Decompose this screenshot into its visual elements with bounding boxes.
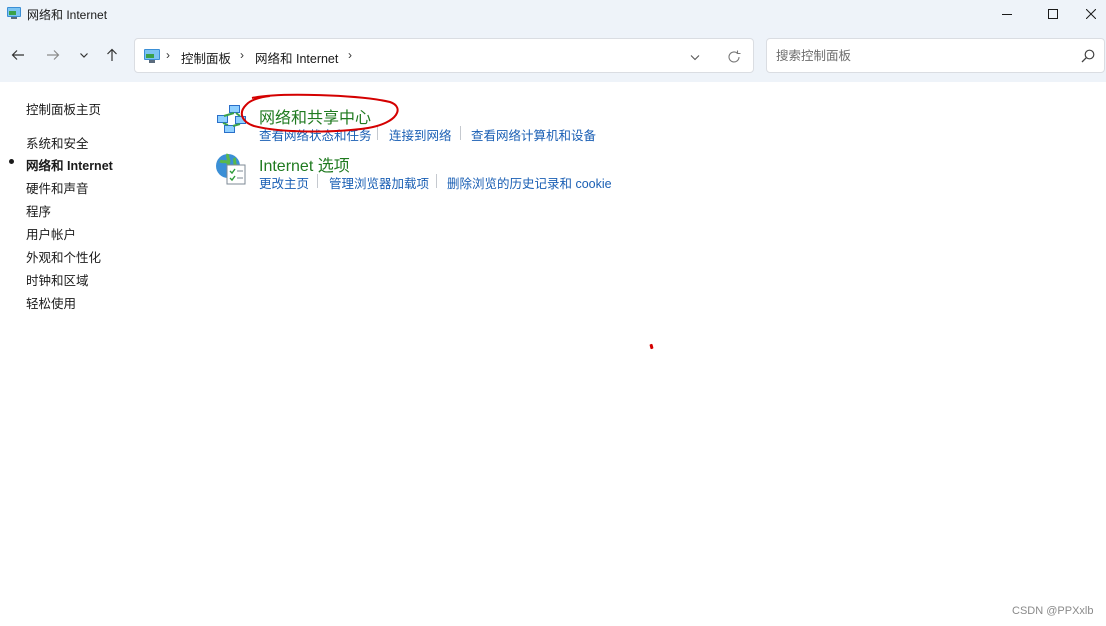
arrow-up-icon [107, 48, 117, 61]
red-mark [649, 343, 654, 350]
forward-button[interactable] [41, 44, 65, 66]
maximize-icon [1048, 9, 1058, 19]
link-view-network-computers[interactable]: 查看网络计算机和设备 [471, 125, 596, 144]
up-button[interactable] [100, 44, 124, 66]
sidebar-item-programs[interactable]: 程序 [26, 201, 51, 220]
back-button[interactable] [6, 44, 30, 66]
control-panel-icon [144, 49, 160, 63]
close-icon [1086, 9, 1096, 19]
search-box[interactable] [766, 38, 1105, 73]
breadcrumb-network-internet[interactable]: 网络和 Internet [255, 48, 338, 67]
breadcrumb-separator: › [240, 48, 244, 62]
sidebar-item-system-security[interactable]: 系统和安全 [26, 133, 89, 152]
window-title: 网络和 Internet [27, 8, 108, 22]
sidebar-item-network-internet[interactable]: 网络和 Internet [26, 155, 113, 174]
sidebar-item-ease-of-access[interactable]: 轻松使用 [26, 293, 76, 312]
link-separator [317, 174, 318, 188]
minimize-button[interactable] [984, 0, 1030, 28]
chevron-down-icon [80, 53, 88, 58]
watermark: CSDN @PPXxlb [1012, 605, 1094, 617]
title-bar: 网络和 Internet [0, 0, 1106, 28]
address-history-button[interactable] [687, 49, 703, 65]
breadcrumb-separator: › [166, 48, 170, 62]
link-manage-addons[interactable]: 管理浏览器加载项 [329, 173, 429, 192]
control-panel-icon [7, 7, 21, 19]
link-view-network-status[interactable]: 查看网络状态和任务 [259, 125, 372, 144]
recent-locations-button[interactable] [72, 44, 96, 66]
search-icon[interactable] [1080, 48, 1096, 64]
chevron-down-icon [690, 55, 700, 61]
link-separator [377, 126, 378, 140]
refresh-button[interactable] [725, 48, 743, 66]
network-sharing-icon[interactable] [215, 103, 249, 137]
refresh-icon [728, 50, 741, 63]
arrow-right-icon [47, 50, 60, 60]
breadcrumb-separator: › [348, 48, 352, 62]
search-input[interactable] [776, 47, 1066, 65]
breadcrumb-control-panel[interactable]: 控制面板 [181, 48, 231, 67]
sidebar-item-user-accounts[interactable]: 用户帐户 [26, 224, 76, 243]
sidebar-item-clock-region[interactable]: 时钟和区域 [26, 270, 89, 289]
link-connect-to-network[interactable]: 连接到网络 [389, 125, 452, 144]
minimize-icon [1002, 14, 1012, 15]
sidebar-item-hardware-sound[interactable]: 硬件和声音 [26, 178, 89, 197]
internet-options-icon[interactable] [214, 152, 248, 186]
sidebar-item-home[interactable]: 控制面板主页 [26, 99, 101, 118]
sidebar: 控制面板主页 系统和安全 网络和 Internet 硬件和声音 程序 用户帐户 … [0, 82, 200, 626]
address-bar[interactable]: › 控制面板 › 网络和 Internet › [134, 38, 754, 73]
sidebar-item-appearance[interactable]: 外观和个性化 [26, 247, 101, 266]
close-button[interactable] [1076, 0, 1106, 28]
link-separator [460, 126, 461, 140]
link-change-homepage[interactable]: 更改主页 [259, 173, 309, 192]
arrow-left-icon [11, 50, 24, 60]
link-separator [436, 174, 437, 188]
active-indicator [9, 159, 14, 164]
link-delete-browsing-history[interactable]: 删除浏览的历史记录和 cookie [447, 173, 612, 192]
maximize-button[interactable] [1030, 0, 1076, 28]
navigation-bar: › 控制面板 › 网络和 Internet › [0, 28, 1106, 82]
